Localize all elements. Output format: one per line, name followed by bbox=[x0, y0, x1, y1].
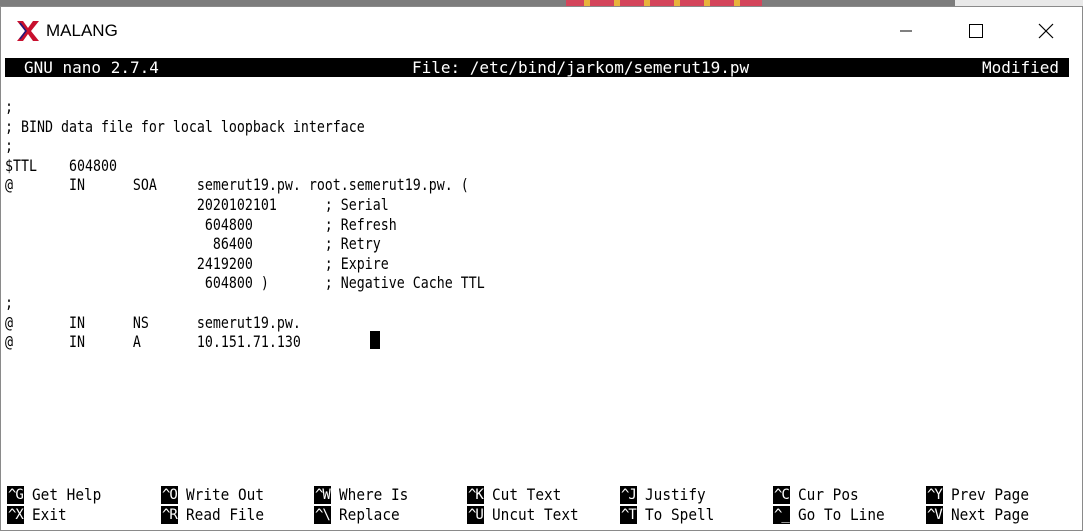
close-button[interactable] bbox=[1011, 7, 1081, 55]
terminal-area[interactable]: GNU nano 2.7.4 File: /etc/bind/jarkom/se… bbox=[2, 55, 1081, 530]
shortcut-label: Exit bbox=[31, 505, 67, 524]
nano-modified-status: Modified bbox=[981, 58, 1059, 77]
shortcut-where-is[interactable]: ^W Where Is bbox=[314, 485, 416, 505]
shortcut-key: ^K bbox=[467, 486, 484, 504]
shortcut-label: Replace bbox=[338, 505, 400, 524]
minimize-icon bbox=[900, 30, 912, 32]
shortcut-key: ^J bbox=[620, 486, 637, 504]
shortcut-uncut-text[interactable]: ^U Uncut Text bbox=[467, 505, 588, 525]
shortcut-key: ^O bbox=[161, 486, 178, 504]
editor-line[interactable]: @ IN NS semerut19.pw. bbox=[5, 313, 301, 333]
shortcut-key: ^U bbox=[467, 506, 484, 524]
shortcut-label: Where Is bbox=[338, 485, 409, 504]
nano-version: GNU nano 2.7.4 bbox=[24, 58, 159, 77]
minimize-button[interactable] bbox=[871, 7, 941, 55]
shortcut-label: Next Page bbox=[950, 505, 1029, 524]
title-bar[interactable]: MALANG bbox=[1, 7, 1082, 55]
shortcut-to-spell[interactable]: ^T To Spell bbox=[620, 505, 722, 525]
shortcut-label: Write Out bbox=[185, 485, 264, 504]
shortcut-key: ^_ bbox=[773, 506, 790, 524]
nano-filename: File: /etc/bind/jarkom/semerut19.pw bbox=[412, 58, 750, 77]
shortcut-key: ^R bbox=[161, 506, 178, 524]
editor-line[interactable]: ; BIND data file for local loopback inte… bbox=[5, 117, 365, 137]
shortcut-label: Justify bbox=[644, 485, 706, 504]
shortcut-label: Go To Line bbox=[797, 505, 885, 524]
shortcut-label: Cur Pos bbox=[797, 485, 859, 504]
editor-line[interactable]: 2020102101 ; Serial bbox=[5, 195, 389, 215]
terminal-window: MALANG GNU nano 2.7.4 File: /etc/bind/ja… bbox=[0, 6, 1083, 531]
editor-line[interactable]: ; bbox=[5, 136, 13, 156]
shortcut-key: ^V bbox=[926, 506, 943, 524]
editor-line[interactable]: $TTL 604800 bbox=[5, 156, 117, 176]
close-icon bbox=[1038, 23, 1054, 39]
shortcut-go-to-line[interactable]: ^_ Go To Line bbox=[773, 505, 894, 525]
shortcut-label: Get Help bbox=[31, 485, 102, 504]
window-title: MALANG bbox=[46, 21, 118, 40]
shortcut-key: ^T bbox=[620, 506, 637, 524]
shortcut-key: ^X bbox=[7, 506, 24, 524]
nano-shortcut-bar: ^G Get Help ^X Exit ^O Write Out ^R Read Fil… bbox=[5, 485, 1075, 529]
editor-line[interactable]: 604800 ; Refresh bbox=[5, 215, 397, 235]
shortcut-label: Uncut Text bbox=[491, 505, 579, 524]
editor-line[interactable]: 2419200 ; Expire bbox=[5, 254, 389, 274]
shortcut-prev-page[interactable]: ^Y Prev Page bbox=[926, 485, 1038, 505]
text-cursor bbox=[370, 331, 380, 349]
shortcut-get-help[interactable]: ^G Get Help bbox=[7, 485, 109, 505]
shortcut-key: ^\ bbox=[314, 506, 331, 524]
editor-line[interactable]: 604800 ) ; Negative Cache TTL bbox=[5, 273, 485, 293]
shortcut-label: Prev Page bbox=[950, 485, 1029, 504]
shortcut-key: ^W bbox=[314, 486, 331, 504]
maximize-button[interactable] bbox=[941, 7, 1011, 55]
shortcut-exit[interactable]: ^X Exit bbox=[7, 505, 70, 525]
editor-line[interactable]: @ IN SOA semerut19.pw. root.semerut19.pw… bbox=[5, 175, 469, 195]
shortcut-read-file[interactable]: ^R Read File bbox=[161, 505, 273, 525]
shortcut-key: ^G bbox=[7, 486, 24, 504]
shortcut-next-page[interactable]: ^V Next Page bbox=[926, 505, 1038, 525]
shortcut-cur-pos[interactable]: ^C Cur Pos bbox=[773, 485, 865, 505]
editor-line[interactable]: ; bbox=[5, 293, 13, 313]
shortcut-key: ^Y bbox=[926, 486, 943, 504]
shortcut-cut-text[interactable]: ^K Cut Text bbox=[467, 485, 569, 505]
nano-title-bar: GNU nano 2.7.4 File: /etc/bind/jarkom/se… bbox=[5, 58, 1069, 77]
shortcut-replace[interactable]: ^\ Replace bbox=[314, 505, 406, 525]
shortcut-justify[interactable]: ^J Justify bbox=[620, 485, 712, 505]
editor-line[interactable]: @ IN A 10.151.71.130 bbox=[5, 332, 301, 352]
shortcut-label: To Spell bbox=[644, 505, 715, 524]
editor-line[interactable]: 86400 ; Retry bbox=[5, 234, 381, 254]
shortcut-label: Cut Text bbox=[491, 485, 562, 504]
shortcut-write-out[interactable]: ^O Write Out bbox=[161, 485, 273, 505]
maximize-icon bbox=[969, 24, 983, 38]
x-app-icon bbox=[17, 21, 39, 41]
shortcut-key: ^C bbox=[773, 486, 790, 504]
shortcut-label: Read File bbox=[185, 505, 264, 524]
editor-line[interactable]: ; bbox=[5, 97, 13, 117]
